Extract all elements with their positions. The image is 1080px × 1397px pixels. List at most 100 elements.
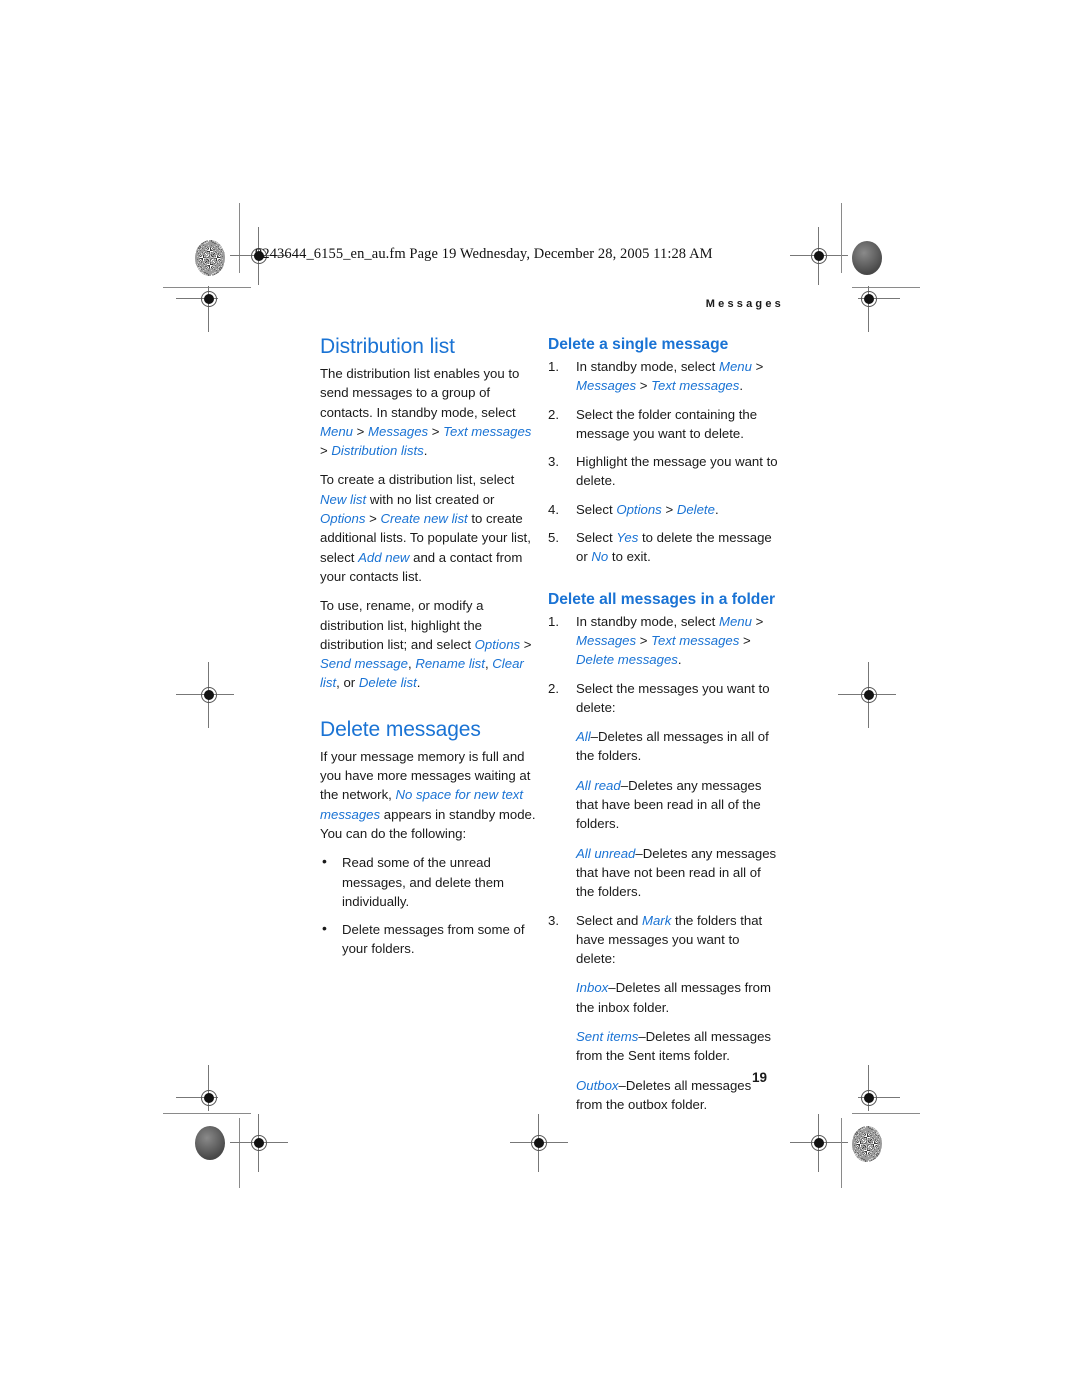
definition-sent-items: Sent items–Deletes all messages from the… (576, 1027, 778, 1066)
ui-term-messages: Messages (368, 423, 429, 439)
definition-all: All–Deletes all messages in all of the f… (576, 727, 778, 766)
page-number: 19 (752, 1070, 768, 1085)
print-density-blob-bottom-left (195, 1126, 225, 1160)
text-fragment: To use, rename, or modify a distribution… (320, 598, 484, 652)
crop-guide-vertical-right-top (841, 203, 842, 273)
text-fragment: with no list created or (366, 491, 495, 507)
ui-term-all-read: All read (576, 777, 621, 793)
ui-term-all-unread: All unread (576, 845, 636, 861)
heading-delete-a-single-message: Delete a single message (548, 336, 729, 353)
left-column: Distribution list The distribution list … (320, 334, 542, 968)
definition-inbox: Inbox–Deletes all messages from the inbo… (576, 978, 778, 1017)
crop-mark-top-left-corner (176, 286, 222, 332)
bullet-list-memory-options: Read some of the unread messages, and de… (320, 852, 542, 959)
list-item-step-1: In standby mode, select Menu > Messages … (548, 357, 778, 396)
list-item-step-5: Select Yes to delete the message or No t… (548, 528, 778, 567)
running-head-chapter-title: Messages (705, 298, 784, 310)
ui-term-add-new: Add new (358, 549, 410, 565)
ui-term-sent-items: Sent items (576, 1029, 639, 1045)
list-item-step-3: Highlight the message you want to delete… (548, 452, 778, 491)
text-fragment: , or (336, 675, 359, 691)
ui-term-create-new-list: Create new list (380, 511, 468, 527)
registration-mark-middle-left (176, 662, 234, 728)
separator: > (636, 632, 652, 648)
ui-term-new-list: New list (320, 491, 367, 507)
crop-guide-horizontal-bottom-right (852, 1113, 920, 1114)
text-fragment: In standby mode, select (576, 613, 719, 629)
paragraph-create-distribution-list: To create a distribution list, select Ne… (320, 470, 542, 586)
dash: – (590, 729, 598, 745)
print-density-starburst-top-left (195, 240, 225, 276)
separator: > (661, 501, 677, 517)
paragraph-use-rename-modify: To use, rename, or modify a distribution… (320, 596, 542, 692)
definition-all-unread: All unread–Deletes any messages that hav… (576, 844, 778, 902)
ui-term-distribution-lists: Distribution lists (331, 443, 424, 459)
paragraph-memory-full: If your message memory is full and you h… (320, 747, 542, 843)
text-fragment: Highlight the message you want to delete… (576, 454, 778, 489)
list-item-step-2: Select the messages you want to delete: … (548, 679, 778, 902)
text-fragment: . (677, 652, 682, 668)
ui-term-messages: Messages (576, 632, 637, 648)
registration-mark-bottom-center (510, 1114, 568, 1172)
ui-term-menu: Menu (718, 359, 752, 374)
text-fragment: Select (576, 530, 617, 546)
ui-term-inbox: Inbox (576, 980, 609, 996)
ui-term-send-message: Send message (320, 656, 408, 672)
text-fragment: . (423, 443, 428, 459)
crop-mark-bottom-left-corner (176, 1065, 222, 1111)
text-fragment: . (714, 501, 719, 517)
ui-term-messages: Messages (576, 378, 637, 394)
text-fragment: The distribution list enables you to sen… (320, 366, 520, 420)
separator: > (520, 636, 532, 652)
ui-term-mark: Mark (641, 912, 672, 928)
file-header-line: 9243644_6155_en_au.fm Page 19 Wednesday,… (255, 246, 713, 262)
ui-term-delete-list: Delete list (358, 675, 417, 691)
crop-guide-vertical-left-bottom (239, 1118, 240, 1188)
text-fragment: Select and (576, 912, 642, 928)
heading-distribution-list: Distribution list (320, 335, 455, 358)
ui-term-rename-list: Rename list (415, 656, 485, 672)
crop-mark-top-right-corner (856, 286, 900, 332)
separator: > (365, 511, 381, 527)
text-fragment: Deletes all messages in all of the folde… (576, 729, 769, 764)
text-fragment: In standby mode, select (576, 359, 719, 374)
dash: – (620, 777, 629, 793)
separator: > (636, 378, 652, 394)
document-page: 9243644_6155_en_au.fm Page 19 Wednesday,… (0, 0, 1080, 1397)
definition-all-read: All read–Deletes any messages that have … (576, 776, 778, 834)
crop-mark-bottom-right-corner (856, 1065, 900, 1111)
ui-term-text-messages: Text messages (651, 378, 740, 394)
dash: – (618, 1077, 626, 1093)
print-density-blob-top-right (852, 241, 882, 275)
crop-guide-vertical-left-top (239, 203, 240, 273)
dash: – (635, 845, 643, 861)
registration-mark-middle-right (838, 662, 896, 728)
list-item: Delete messages from some of your folder… (320, 919, 542, 959)
text-fragment: to exit. (608, 549, 651, 565)
list-item: Read some of the unread messages, and de… (320, 852, 542, 911)
separator: > (353, 423, 369, 439)
ui-term-text-messages: Text messages (651, 632, 740, 648)
registration-mark-bottom-left (230, 1114, 288, 1172)
separator: > (320, 443, 332, 459)
dash: – (638, 1029, 646, 1045)
ui-term-no: No (591, 549, 609, 565)
crop-guide-vertical-right-bottom (841, 1118, 842, 1188)
ui-term-options: Options (474, 636, 521, 652)
text-fragment: . (739, 378, 744, 394)
ui-term-menu: Menu (320, 423, 353, 439)
ui-term-all: All (576, 729, 591, 745)
text-fragment: Select the messages you want to delete: (576, 680, 770, 715)
registration-mark-bottom-right (790, 1114, 848, 1172)
right-column: Delete a single message In standby mode,… (548, 334, 778, 1123)
ui-term-text-messages: Text messages (443, 423, 532, 439)
registration-mark-top-right (790, 227, 848, 285)
separator: > (751, 359, 764, 374)
text-fragment: . (416, 675, 421, 691)
dash: – (608, 980, 616, 996)
list-item-step-3: Select and Mark the folders that have me… (548, 911, 778, 1115)
ui-term-yes: Yes (616, 530, 639, 546)
step-list-delete-single-message: In standby mode, select Menu > Messages … (548, 357, 778, 567)
step-list-delete-all-messages: In standby mode, select Menu > Messages … (548, 612, 778, 1115)
text-fragment: To create a distribution list, select (320, 472, 515, 488)
